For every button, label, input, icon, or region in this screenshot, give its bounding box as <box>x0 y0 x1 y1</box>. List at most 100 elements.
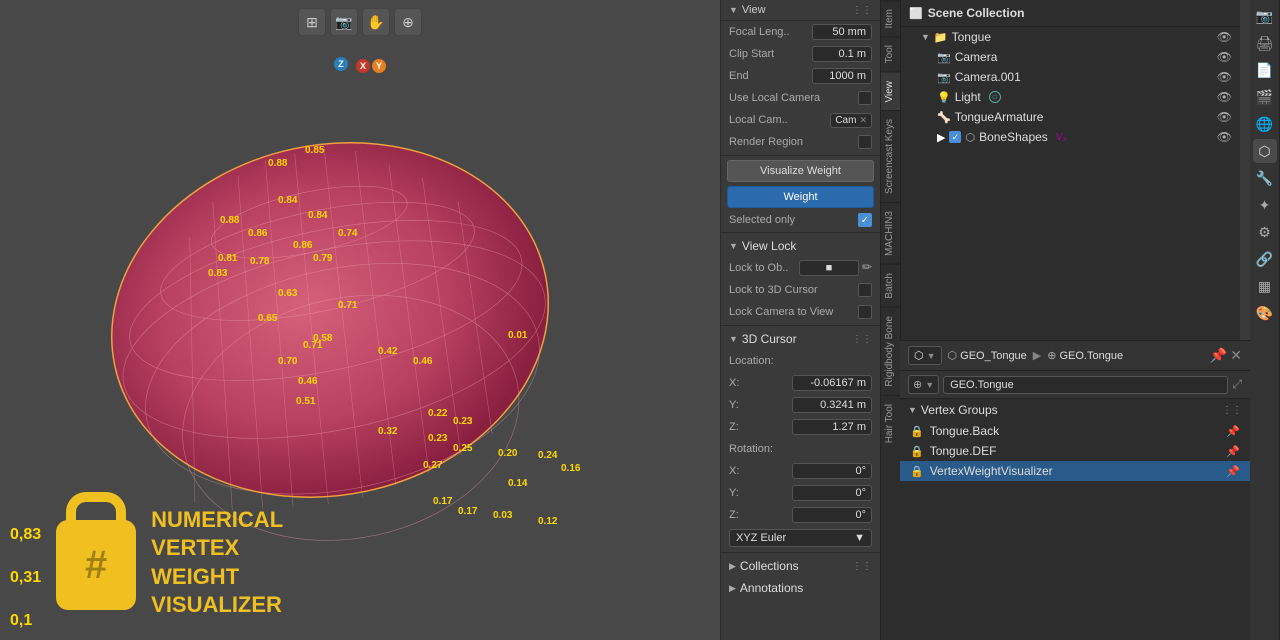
view-lock-arrow: ▼ <box>729 241 738 251</box>
x-coord-row: X: -0.06167 m <box>721 372 880 394</box>
x-coord-input[interactable]: -0.06167 m <box>792 375 872 391</box>
geo-tongue-label: GEO_Tongue <box>960 350 1027 362</box>
grid-view-btn[interactable]: ⊞ <box>298 8 326 36</box>
selected-only-checkbox[interactable]: ✓ <box>858 213 872 227</box>
sidebar-tab-machin3[interactable]: MACHIN3 <box>881 202 900 264</box>
pan-btn[interactable]: ✋ <box>362 8 390 36</box>
rx-input[interactable]: 0° <box>792 463 872 479</box>
prop-particles-icon[interactable]: ✦ <box>1253 193 1277 217</box>
cam-clear-btn[interactable]: ✕ <box>859 115 867 126</box>
lock-ob-eyedropper[interactable]: ✏ <box>862 260 872 276</box>
prop-constraints-icon[interactable]: 🔗 <box>1253 247 1277 271</box>
prop-object-icon[interactable]: ⬡ <box>1253 139 1277 163</box>
geo-tongue-box[interactable]: ⬡ GEO_Tongue <box>948 349 1027 362</box>
obj-mode-selector[interactable]: ⊕ ▼ <box>908 375 939 394</box>
rotation-mode-dropdown[interactable]: XYZ Euler ▼ <box>729 529 872 547</box>
clip-end-row: End 1000 m <box>721 65 880 87</box>
bone-shapes-expand: ▶ <box>937 131 945 144</box>
tongue-eye-icon[interactable]: 👁 <box>1217 30 1232 44</box>
cursor-dots[interactable]: ⋮⋮ <box>852 334 872 345</box>
use-local-camera-checkbox[interactable] <box>858 91 872 105</box>
vg-pin-icon-2[interactable]: 📌 <box>1226 445 1240 458</box>
prop-view-layer-icon[interactable]: 📄 <box>1253 58 1277 82</box>
prop-output-icon[interactable]: 🖨 <box>1253 31 1277 55</box>
viewport[interactable]: ⊞ 📷 ✋ ⊕ Z X Y <box>0 0 720 640</box>
view-panel: ▼ View ⋮⋮ Focal Leng.. 50 mm Clip Start … <box>720 0 880 640</box>
sidebar-tab-rigidbody[interactable]: Rigidbody Bone <box>881 307 900 395</box>
bone-shapes-checkbox[interactable]: ✓ <box>949 131 961 143</box>
view-lock-header[interactable]: ▼ View Lock <box>721 235 880 257</box>
view-expand-arrow[interactable]: ▼ <box>729 5 738 15</box>
ry-input[interactable]: 0° <box>792 485 872 501</box>
bone-shapes-mesh-icon: ⬡ <box>965 131 975 144</box>
prop-scene-icon[interactable]: 🎬 <box>1253 85 1277 109</box>
scene-item-tongue[interactable]: ▼ 📁 Tongue 👁 <box>901 27 1240 47</box>
rz-input[interactable]: 0° <box>792 507 872 523</box>
geo-tongue-obj-box[interactable]: ⊕ GEO.Tongue <box>1047 349 1123 362</box>
vertex-group-tongue-back[interactable]: 🔒 Tongue.Back 📌 <box>900 421 1250 441</box>
sidebar-tab-screencast[interactable]: Screencast Keys <box>881 110 900 202</box>
local-cam-label: Local Cam.. <box>729 114 788 126</box>
prop-object-data-icon[interactable]: ▦ <box>1253 274 1277 298</box>
vertex-group-weight-visualizer[interactable]: 🔒 VertexWeightVisualizer 📌 <box>900 461 1250 481</box>
local-cam-box[interactable]: Cam ✕ <box>830 113 872 128</box>
focal-length-value[interactable]: 50 mm <box>812 24 872 40</box>
props-pin-icon[interactable]: 📌 <box>1210 347 1227 364</box>
lock-camera-view-checkbox[interactable] <box>858 305 872 319</box>
prop-render-icon[interactable]: 📷 <box>1253 4 1277 28</box>
weight-val-3: 0,1 <box>10 612 41 630</box>
prop-modifier-icon[interactable]: 🔧 <box>1253 166 1277 190</box>
sidebar-tab-view[interactable]: View <box>881 72 900 111</box>
clip-end-value[interactable]: 1000 m <box>812 68 872 84</box>
annotations-header[interactable]: ▶ Annotations <box>721 577 880 599</box>
vg-pin-icon-3[interactable]: 📌 <box>1226 465 1240 478</box>
collections-dots[interactable]: ⋮⋮ <box>852 561 872 572</box>
branding-title: NUMERICAL VERTEX WEIGHT VISUALIZER <box>151 506 283 620</box>
clip-start-value[interactable]: 0.1 m <box>812 46 872 62</box>
props-close-icon[interactable]: ✕ <box>1230 347 1242 364</box>
camera-view-btn[interactable]: 📷 <box>330 8 358 36</box>
scene-item-tongue-armature[interactable]: 🦴 TongueArmature 👁 <box>901 107 1240 127</box>
geo-tongue-obj-field[interactable]: GEO.Tongue <box>943 376 1228 394</box>
light-eye-icon[interactable]: 👁 <box>1217 90 1232 104</box>
vertex-groups-arrow: ▼ <box>908 405 917 415</box>
camera-001-eye-icon[interactable]: 👁 <box>1217 70 1232 84</box>
y-coord-input[interactable]: 0.3241 m <box>792 397 872 413</box>
collections-header[interactable]: ▶ Collections ⋮⋮ <box>721 555 880 577</box>
scene-item-light[interactable]: 💡 Light ○ 👁 <box>901 87 1240 107</box>
weight-btn[interactable]: Weight <box>727 186 874 208</box>
vertex-groups-dots[interactable]: ⋮⋮ <box>1222 405 1242 416</box>
camera-eye-icon[interactable]: 👁 <box>1217 50 1232 64</box>
prop-material-icon[interactable]: 🎨 <box>1253 301 1277 325</box>
sidebar-tab-hair[interactable]: Hair Tool <box>881 395 900 451</box>
obj-selector-row: ⊕ ▼ GEO.Tongue ⤢ <box>900 371 1250 399</box>
lock-ob-box[interactable]: ■ <box>799 260 859 276</box>
vertex-group-tongue-def[interactable]: 🔒 Tongue.DEF 📌 <box>900 441 1250 461</box>
annotations-label: Annotations <box>740 581 803 595</box>
view-lock-label: View Lock <box>742 239 796 253</box>
view-panel-title: View <box>742 4 766 16</box>
sidebar-tab-item[interactable]: Item <box>881 0 900 36</box>
zoom-btn[interactable]: ⊕ <box>394 8 422 36</box>
cursor-3d-header[interactable]: ▼ 3D Cursor ⋮⋮ <box>721 328 880 350</box>
prop-physics-icon[interactable]: ⚙ <box>1253 220 1277 244</box>
obj-expand-icon[interactable]: ⤢ <box>1232 377 1242 392</box>
vg-pin-icon-1[interactable]: 📌 <box>1226 425 1240 438</box>
selected-only-row: Selected only ✓ <box>721 210 880 230</box>
visualize-weight-btn[interactable]: Visualize Weight <box>727 160 874 182</box>
armature-eye-icon[interactable]: 👁 <box>1217 110 1232 124</box>
view-panel-dots[interactable]: ⋮⋮ <box>852 5 872 16</box>
prop-world-icon[interactable]: 🌐 <box>1253 112 1277 136</box>
sidebar-tab-tool[interactable]: Tool <box>881 36 900 71</box>
z-coord-input[interactable]: 1.27 m <box>792 419 872 435</box>
lock-3d-cursor-checkbox[interactable] <box>858 283 872 297</box>
prop-mode-selector[interactable]: ⬡ ▼ <box>908 346 942 365</box>
scene-item-camera[interactable]: 📷 Camera 👁 <box>901 47 1240 67</box>
scene-item-camera-001[interactable]: 📷 Camera.001 👁 <box>901 67 1240 87</box>
selected-only-label: Selected only <box>729 214 795 226</box>
render-region-checkbox[interactable] <box>858 135 872 149</box>
vertex-groups-header[interactable]: ▼ Vertex Groups ⋮⋮ <box>900 399 1250 421</box>
sidebar-tab-batch[interactable]: Batch <box>881 264 900 307</box>
scene-item-bone-shapes[interactable]: ▶ ✓ ⬡ BoneShapes V₂ 👁 <box>901 127 1240 147</box>
bone-shapes-eye-icon[interactable]: 👁 <box>1217 130 1232 144</box>
